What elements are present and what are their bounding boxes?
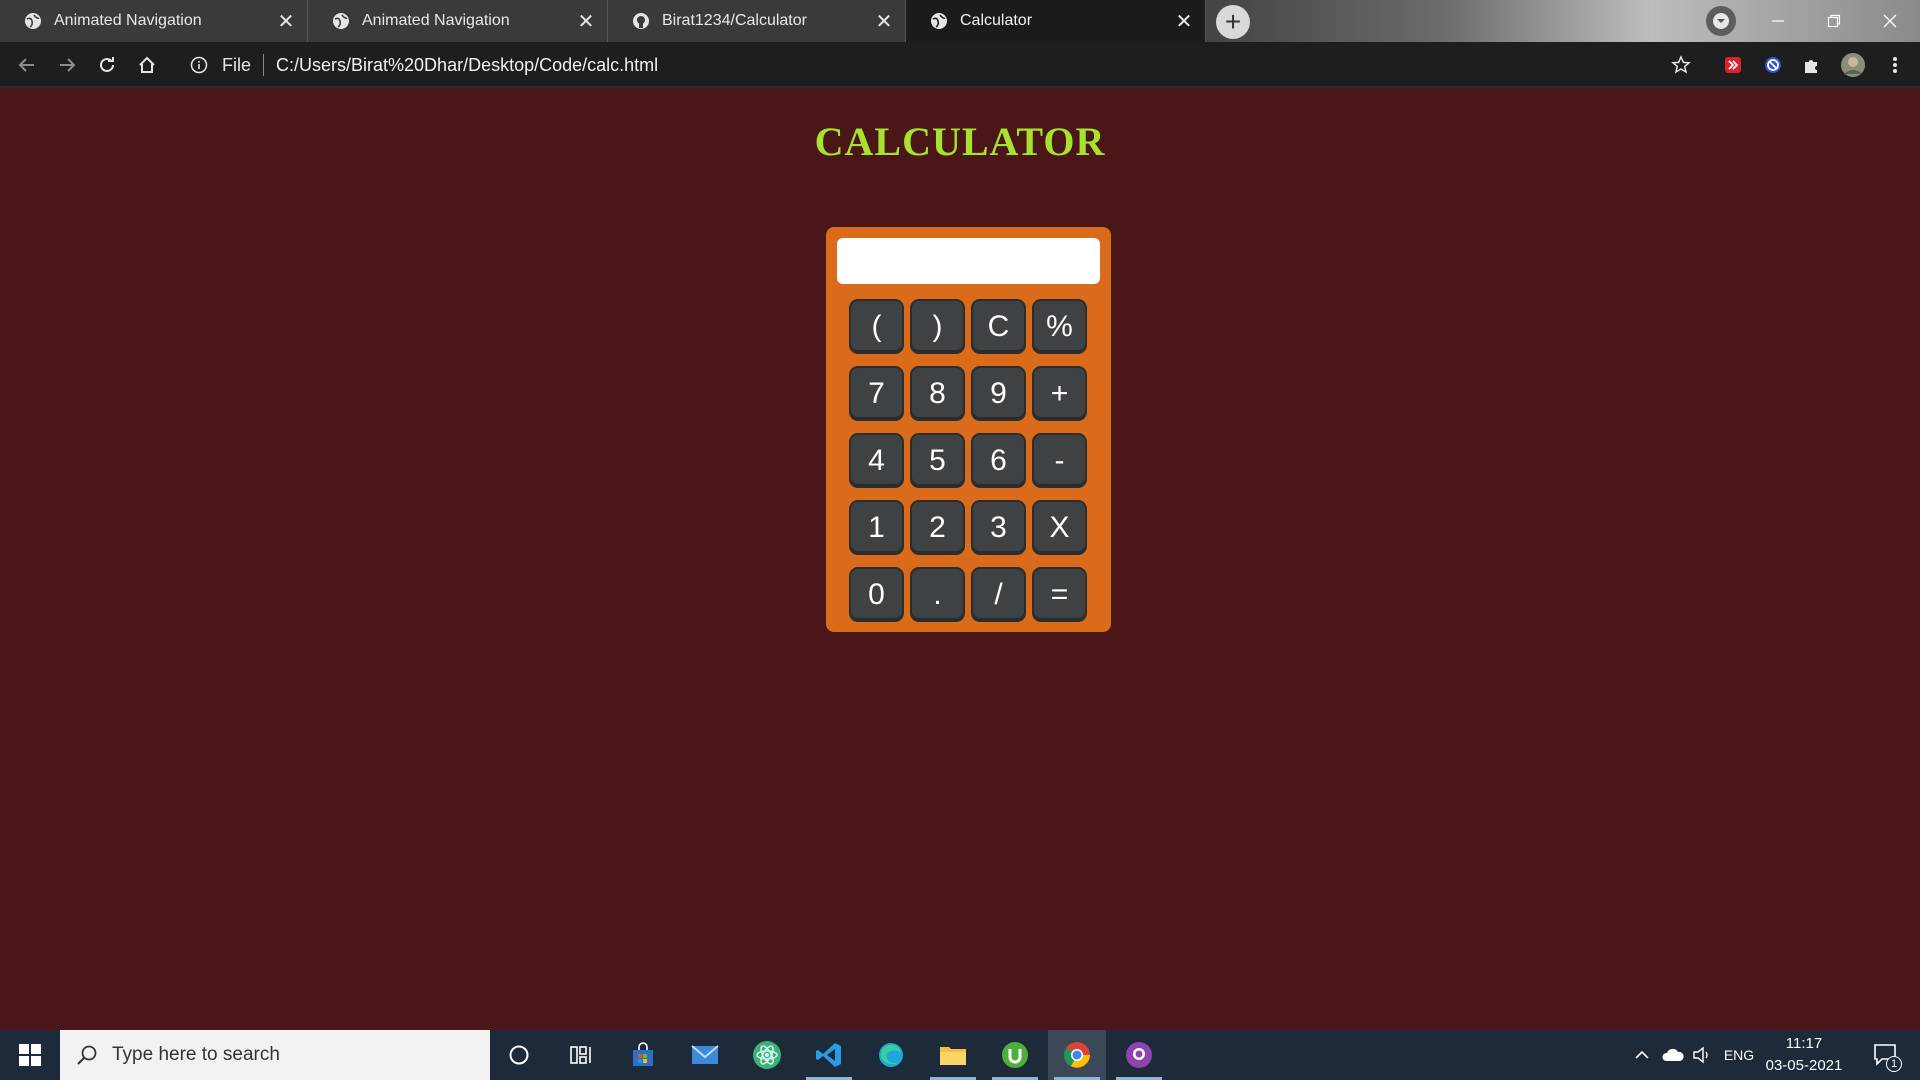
calculator-display-input[interactable] (837, 238, 1100, 284)
page-title: CALCULATOR (814, 119, 1106, 164)
forward-icon[interactable] (52, 50, 82, 80)
key-2[interactable]: 2 (910, 500, 965, 555)
key-0[interactable]: 0 (849, 567, 904, 622)
edge-icon[interactable] (862, 1030, 920, 1080)
browser-titlebar: Animated Navigation ✕ Animated Navigatio… (0, 0, 1920, 42)
bookmark-star-icon[interactable] (1670, 54, 1692, 76)
tab-title: Animated Navigation (54, 12, 202, 29)
minimize-button[interactable] (1748, 0, 1808, 42)
close-icon[interactable]: ✕ (871, 9, 897, 34)
extension-blocker-icon[interactable] (1762, 54, 1784, 76)
key-open-paren[interactable]: ( (849, 299, 904, 354)
back-icon[interactable] (12, 50, 42, 80)
key-minus[interactable]: - (1032, 433, 1087, 488)
calculator-body: ( ) C % 7 8 9 + 4 5 6 - 1 2 3 X 0 . / = (826, 227, 1111, 632)
close-icon[interactable]: ✕ (1171, 9, 1197, 34)
tab-title: Calculator (960, 12, 1033, 29)
windows-logo-icon (19, 1044, 41, 1066)
restore-button[interactable] (1804, 0, 1864, 42)
key-4[interactable]: 4 (849, 433, 904, 488)
tab-title: Birat1234/Calculator (662, 12, 807, 29)
key-equals[interactable]: = (1032, 567, 1087, 622)
key-9[interactable]: 9 (971, 366, 1026, 421)
github-desktop-icon[interactable] (1110, 1030, 1168, 1080)
vscode-icon[interactable] (800, 1030, 858, 1080)
close-window-button[interactable] (1860, 0, 1920, 42)
menu-kebab-icon[interactable] (1884, 54, 1906, 76)
key-percent[interactable]: % (1032, 299, 1087, 354)
key-7[interactable]: 7 (849, 366, 904, 421)
search-icon (76, 1044, 98, 1066)
key-clear[interactable]: C (971, 299, 1026, 354)
clock-date: 03-05-2021 (1765, 1057, 1843, 1074)
system-clock[interactable]: 11:17 03-05-2021 (1758, 1030, 1850, 1080)
key-1[interactable]: 1 (849, 500, 904, 555)
globe-icon (930, 12, 948, 30)
reload-icon[interactable] (92, 50, 122, 80)
home-icon[interactable] (132, 50, 162, 80)
tab-animated-navigation-1[interactable]: Animated Navigation ✕ (0, 0, 308, 42)
url-text[interactable]: C:/Users/Birat%20Dhar/Desktop/Code/calc.… (276, 55, 658, 76)
mail-icon[interactable] (676, 1030, 734, 1080)
show-hidden-icons-chevron-icon[interactable] (1630, 1030, 1654, 1080)
tab-github-calculator[interactable]: Birat1234/Calculator ✕ (608, 0, 906, 42)
key-3[interactable]: 3 (971, 500, 1026, 555)
start-button[interactable] (0, 1030, 60, 1080)
omnibox-divider (263, 54, 265, 76)
globe-icon (24, 12, 42, 30)
url-scheme-label: File (222, 54, 252, 75)
volume-icon[interactable] (1690, 1030, 1716, 1080)
close-icon[interactable]: ✕ (273, 9, 299, 34)
key-multiply[interactable]: X (1032, 500, 1087, 555)
onedrive-cloud-icon[interactable] (1658, 1030, 1688, 1080)
task-view-icon[interactable] (552, 1030, 610, 1080)
info-icon[interactable] (190, 56, 208, 74)
extensions-puzzle-icon[interactable] (1800, 54, 1822, 76)
search-placeholder: Type here to search (112, 1044, 280, 1065)
new-tab-button[interactable]: + (1216, 5, 1250, 39)
store-icon[interactable] (614, 1030, 672, 1080)
notifications-icon[interactable]: 1 (1866, 1030, 1906, 1080)
key-8[interactable]: 8 (910, 366, 965, 421)
globe-icon (332, 12, 350, 30)
file-explorer-icon[interactable] (924, 1030, 982, 1080)
tab-search-dropdown-icon[interactable] (1706, 6, 1736, 36)
tab-title: Animated Navigation (362, 12, 510, 29)
taskbar-search-box[interactable]: Type here to search (60, 1030, 490, 1080)
browser-toolbar: File C:/Users/Birat%20Dhar/Desktop/Code/… (0, 42, 1920, 88)
close-icon[interactable]: ✕ (573, 9, 599, 34)
address-bar[interactable]: File C:/Users/Birat%20Dhar/Desktop/Code/… (178, 47, 1698, 83)
clock-time: 11:17 (1785, 1035, 1823, 1052)
key-5[interactable]: 5 (910, 433, 965, 488)
calculator-keypad: ( ) C % 7 8 9 + 4 5 6 - 1 2 3 X 0 . / = (849, 299, 1087, 622)
notification-count-badge: 1 (1886, 1056, 1902, 1072)
tab-calculator[interactable]: Calculator ✕ (906, 0, 1206, 42)
language-indicator[interactable]: ENG (1720, 1030, 1758, 1080)
key-6[interactable]: 6 (971, 433, 1026, 488)
utorrent-icon[interactable] (986, 1030, 1044, 1080)
github-icon (632, 12, 650, 30)
extension-red-icon[interactable] (1722, 54, 1744, 76)
key-decimal[interactable]: . (910, 567, 965, 622)
tab-animated-navigation-2[interactable]: Animated Navigation ✕ (308, 0, 608, 42)
atom-icon[interactable] (738, 1030, 796, 1080)
key-divide[interactable]: / (971, 567, 1026, 622)
key-close-paren[interactable]: ) (910, 299, 965, 354)
windows-taskbar: Type here to search ENG 11:17 03-05-2021… (0, 1030, 1920, 1080)
cortana-icon[interactable] (490, 1030, 548, 1080)
key-plus[interactable]: + (1032, 366, 1087, 421)
profile-avatar[interactable] (1840, 52, 1866, 78)
chrome-icon[interactable] (1048, 1030, 1106, 1080)
